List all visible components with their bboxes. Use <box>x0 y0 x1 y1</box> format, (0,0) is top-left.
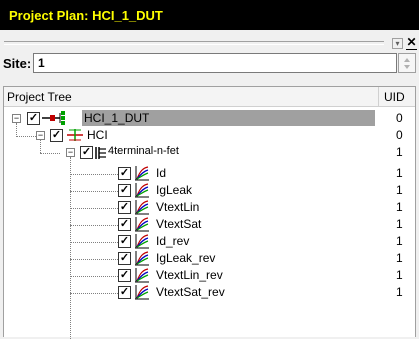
uid-value: 0 <box>396 111 403 125</box>
uid-value: 1 <box>396 183 403 197</box>
tree-connector <box>40 140 41 153</box>
tree-connector <box>70 157 71 339</box>
column-header-project-tree[interactable]: Project Tree <box>4 87 379 107</box>
fet-icon <box>94 145 108 164</box>
measurement-icon <box>134 284 150 303</box>
tree-connector <box>70 276 118 277</box>
tree-item-label[interactable]: IgLeak <box>156 183 192 197</box>
tree-connector <box>70 259 118 260</box>
tree-item-label[interactable]: VtextSat <box>156 217 201 231</box>
checkbox-vtextsat[interactable]: ✓ <box>118 218 131 231</box>
spin-down-icon[interactable] <box>404 65 410 69</box>
uid-value: 1 <box>396 234 403 248</box>
tree-connector <box>70 208 118 209</box>
window-title: Project Plan: HCI_1_DUT <box>0 0 419 30</box>
checkbox-4terminal-n-fet[interactable]: ✓ <box>80 146 93 159</box>
panel-grip[interactable]: ▾ ✕ <box>0 36 419 54</box>
grip-line <box>4 44 384 45</box>
collapse-icon[interactable]: − <box>66 148 75 157</box>
checkbox-id-rev[interactable]: ✓ <box>118 235 131 248</box>
collapse-icon[interactable]: − <box>12 114 21 123</box>
tree-connector <box>70 293 118 294</box>
checkbox-hci-1-dut[interactable]: ✓ <box>27 112 40 125</box>
uid-value: 0 <box>396 128 403 142</box>
test-icon <box>66 127 84 146</box>
tree-item-label[interactable]: IgLeak_rev <box>156 251 215 265</box>
checkbox-id[interactable]: ✓ <box>118 167 131 180</box>
tree-connector <box>70 225 118 226</box>
uid-value: 1 <box>396 166 403 180</box>
checkbox-vtextlin-rev[interactable]: ✓ <box>118 269 131 282</box>
tree-connector <box>16 123 17 137</box>
tree-connector <box>70 242 118 243</box>
site-spinner[interactable] <box>398 53 416 73</box>
close-icon[interactable]: ✕ <box>406 36 417 50</box>
tree-item-label[interactable]: 4terminal-n-fet <box>108 145 179 157</box>
uid-value: 1 <box>396 145 403 159</box>
tree-item-label[interactable]: VtextLin <box>156 200 199 214</box>
uid-value: 1 <box>396 268 403 282</box>
checkbox-vtextlin[interactable]: ✓ <box>118 201 131 214</box>
checkbox-igleak-rev[interactable]: ✓ <box>118 252 131 265</box>
tree-item-label[interactable]: VtextSat_rev <box>156 285 225 299</box>
uid-value: 1 <box>396 285 403 299</box>
checkbox-hci[interactable]: ✓ <box>50 129 63 142</box>
site-label: Site: <box>3 56 32 71</box>
uid-value: 1 <box>396 251 403 265</box>
tree-connector <box>16 136 36 137</box>
tree-item-label[interactable]: VtextLin_rev <box>156 268 223 282</box>
site-field[interactable]: 1 <box>33 53 397 73</box>
tree-connector <box>70 191 118 192</box>
tree-item-label[interactable]: HCI_1_DUT <box>84 111 149 125</box>
tree-connector <box>40 153 60 154</box>
checkbox-vtextsat-rev[interactable]: ✓ <box>118 286 131 299</box>
grip-line <box>4 41 384 42</box>
uid-value: 1 <box>396 217 403 231</box>
column-header-uid[interactable]: UID <box>379 87 415 107</box>
uid-value: 1 <box>396 200 403 214</box>
project-tree-panel: Project Tree UID − ✓ HCI_1_DUT 0 − ✓ HCI… <box>3 86 416 339</box>
tree-item-label[interactable]: Id_rev <box>156 234 189 248</box>
tree-item-label[interactable]: Id <box>156 166 166 180</box>
spin-up-icon[interactable] <box>404 58 410 62</box>
checkbox-igleak[interactable]: ✓ <box>118 184 131 197</box>
pin-icon[interactable]: ▾ <box>392 38 403 49</box>
tree-connector <box>70 174 118 175</box>
collapse-icon[interactable]: − <box>36 131 45 140</box>
tree-item-label[interactable]: HCI <box>87 128 108 142</box>
